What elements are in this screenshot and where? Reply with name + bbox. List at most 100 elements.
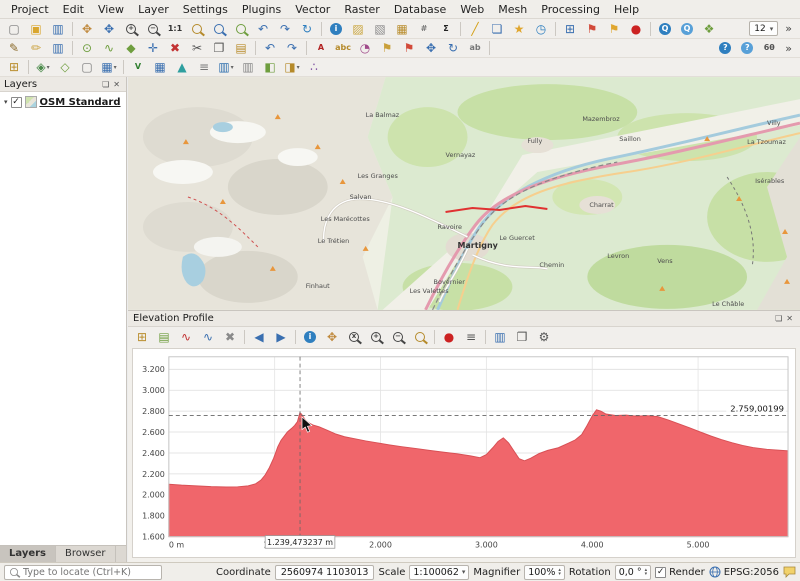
menu-database[interactable]: Database (387, 0, 454, 18)
show-pinned-labels-icon[interactable]: ⚑ (604, 20, 624, 37)
change-label-icon[interactable]: ab (465, 40, 485, 57)
print-profile-icon[interactable]: ❐ (512, 329, 532, 346)
zoom-full-icon[interactable] (187, 20, 207, 37)
add-mesh-layer-icon[interactable]: ▲ (172, 59, 192, 76)
new-virtual-layer-icon[interactable]: ▦▾ (99, 59, 119, 76)
vertex-tool-icon[interactable]: ✛ (143, 40, 163, 57)
add-raster-layer-icon[interactable]: ▦ (150, 59, 170, 76)
measure-profile-icon[interactable]: ≡ (461, 329, 481, 346)
zoom-last-icon[interactable]: ↶ (253, 20, 273, 37)
clear-curve-icon[interactable]: ✖ (220, 329, 240, 346)
deselect-features-icon[interactable]: ▧ (370, 20, 390, 37)
zoom-full-profile-icon[interactable] (410, 329, 430, 346)
zoom-to-selection-icon[interactable] (209, 20, 229, 37)
add-vector-layer-icon[interactable]: V (128, 59, 148, 76)
elevation-chart[interactable]: 1.6001.8002.0002.2002.4002.6002.8003.000… (132, 348, 796, 558)
metasearch-icon[interactable]: Q (655, 20, 675, 37)
layer-labeling-icon[interactable]: abc (333, 40, 353, 57)
highlight-pinned-icon[interactable]: ⚑ (399, 40, 419, 57)
layer-item-osm-standard[interactable]: ▾ ✓ OSM Standard (2, 95, 124, 109)
zoom-x-axis-icon[interactable]: x (344, 329, 364, 346)
scale-combo[interactable]: 1:100062 ▾ (409, 565, 469, 580)
zoom-next-icon[interactable]: ↷ (275, 20, 295, 37)
capture-curve-icon[interactable]: ∿ (176, 329, 196, 346)
add-line-feature-icon[interactable]: ∿ (99, 40, 119, 57)
field-calculator-icon[interactable]: # (414, 20, 434, 37)
snapping-toggle-icon[interactable]: ● (439, 329, 459, 346)
menu-view[interactable]: View (91, 0, 131, 18)
pin-labels-icon[interactable]: ⚑ (582, 20, 602, 37)
select-features-icon[interactable]: ▨ (348, 20, 368, 37)
gps-record-icon[interactable]: ● (626, 20, 646, 37)
menu-plugins[interactable]: Plugins (235, 0, 288, 18)
menu-web[interactable]: Web (453, 0, 491, 18)
zoom-to-layer-icon[interactable] (231, 20, 251, 37)
menu-processing[interactable]: Processing (534, 0, 607, 18)
add-xyz-layer-icon[interactable]: ◨▾ (282, 59, 302, 76)
menu-help[interactable]: Help (607, 0, 646, 18)
profile-options-icon[interactable]: ⚙ (534, 329, 554, 346)
cut-features-icon[interactable]: ✂ (187, 40, 207, 57)
undock-panel-icon[interactable]: ❏ (773, 314, 784, 323)
identify-features-icon[interactable]: i (326, 20, 346, 37)
move-label-icon[interactable]: ✥ (421, 40, 441, 57)
toolbar-combo[interactable]: 12▾ (749, 21, 778, 36)
zoom-in-icon[interactable]: + (121, 20, 141, 37)
open-attribute-table-icon[interactable]: ▦ (392, 20, 412, 37)
statistical-summary-icon[interactable]: Σ (436, 20, 456, 37)
messages-icon[interactable] (783, 566, 796, 578)
add-delimited-text-icon[interactable]: ≡ (194, 59, 214, 76)
delete-selected-icon[interactable]: ✖ (165, 40, 185, 57)
layer-diagram-icon[interactable]: ◔ (355, 40, 375, 57)
help-2-icon[interactable]: ? (737, 40, 757, 57)
panel-tab-browser[interactable]: Browser (56, 546, 116, 562)
add-spatialite-layer-icon[interactable]: ▥ (238, 59, 258, 76)
layer-checkbox[interactable]: ✓ (11, 97, 22, 108)
zoom-in-profile-icon[interactable]: + (366, 329, 386, 346)
locate-input[interactable] (23, 567, 157, 578)
add-point-cloud-icon[interactable]: ∴ (304, 59, 324, 76)
toggle-editing-icon[interactable]: ✏ (26, 40, 46, 57)
pan-to-selection-icon[interactable]: ✥ (99, 20, 119, 37)
toolbar-overflow-1[interactable]: » (780, 22, 797, 35)
spin-arrows-icon[interactable]: ▴▾ (558, 568, 561, 576)
menu-mesh[interactable]: Mesh (491, 0, 534, 18)
pan-map-icon[interactable]: ✥ (77, 20, 97, 37)
nudge-left-icon[interactable]: ◀ (249, 329, 269, 346)
zoom-out-profile-icon[interactable]: − (388, 329, 408, 346)
project-new-icon[interactable]: ▢ (4, 20, 24, 37)
render-checkbox[interactable]: ✓ Render (655, 567, 705, 578)
add-postgis-layer-icon[interactable]: ▥▾ (216, 59, 236, 76)
menu-settings[interactable]: Settings (176, 0, 235, 18)
menu-vector[interactable]: Vector (288, 0, 337, 18)
measure-line-icon[interactable]: ╱ (465, 20, 485, 37)
expander-icon[interactable]: ▾ (4, 98, 8, 106)
crs-button[interactable]: EPSG:2056 (709, 566, 779, 578)
qgis-resources-icon[interactable]: Q (677, 20, 697, 37)
plugin-misc-icon[interactable]: ❖ (699, 20, 719, 37)
rotation-spin[interactable]: 0,0 ° ▴▾ (615, 565, 651, 580)
menu-raster[interactable]: Raster (337, 0, 386, 18)
zoom-out-icon[interactable]: − (143, 20, 163, 37)
menu-edit[interactable]: Edit (56, 0, 91, 18)
new-map-view-icon[interactable]: ⊞ (560, 20, 580, 37)
new-shapefile-icon[interactable]: ◇ (55, 59, 75, 76)
menu-project[interactable]: Project (4, 0, 56, 18)
toolbar-overflow-2[interactable]: » (780, 42, 797, 55)
menu-layer[interactable]: Layer (131, 0, 176, 18)
coordinate-value[interactable]: 2560974 1103013 (275, 565, 375, 580)
magnifier-spin[interactable]: 100% ▴▾ (524, 565, 565, 580)
rotate-label-icon[interactable]: ↻ (443, 40, 463, 57)
map-tips-icon[interactable]: ❏ (487, 20, 507, 37)
zoom-native-icon[interactable]: 1:1 (165, 20, 185, 37)
temporal-controller-icon[interactable]: ◷ (531, 20, 551, 37)
undock-panel-icon[interactable]: ❏ (100, 80, 111, 89)
locate-box[interactable] (4, 565, 162, 580)
identify-elevation-icon[interactable]: i (300, 329, 320, 346)
current-edits-icon[interactable]: ✎ (4, 40, 24, 57)
add-layers-profile-icon[interactable]: ⊞ (132, 329, 152, 346)
nudge-right-icon[interactable]: ▶ (271, 329, 291, 346)
add-point-feature-icon[interactable]: ⊙ (77, 40, 97, 57)
new-bookmark-icon[interactable]: ★ (509, 20, 529, 37)
add-wms-layer-icon[interactable]: ◧ (260, 59, 280, 76)
